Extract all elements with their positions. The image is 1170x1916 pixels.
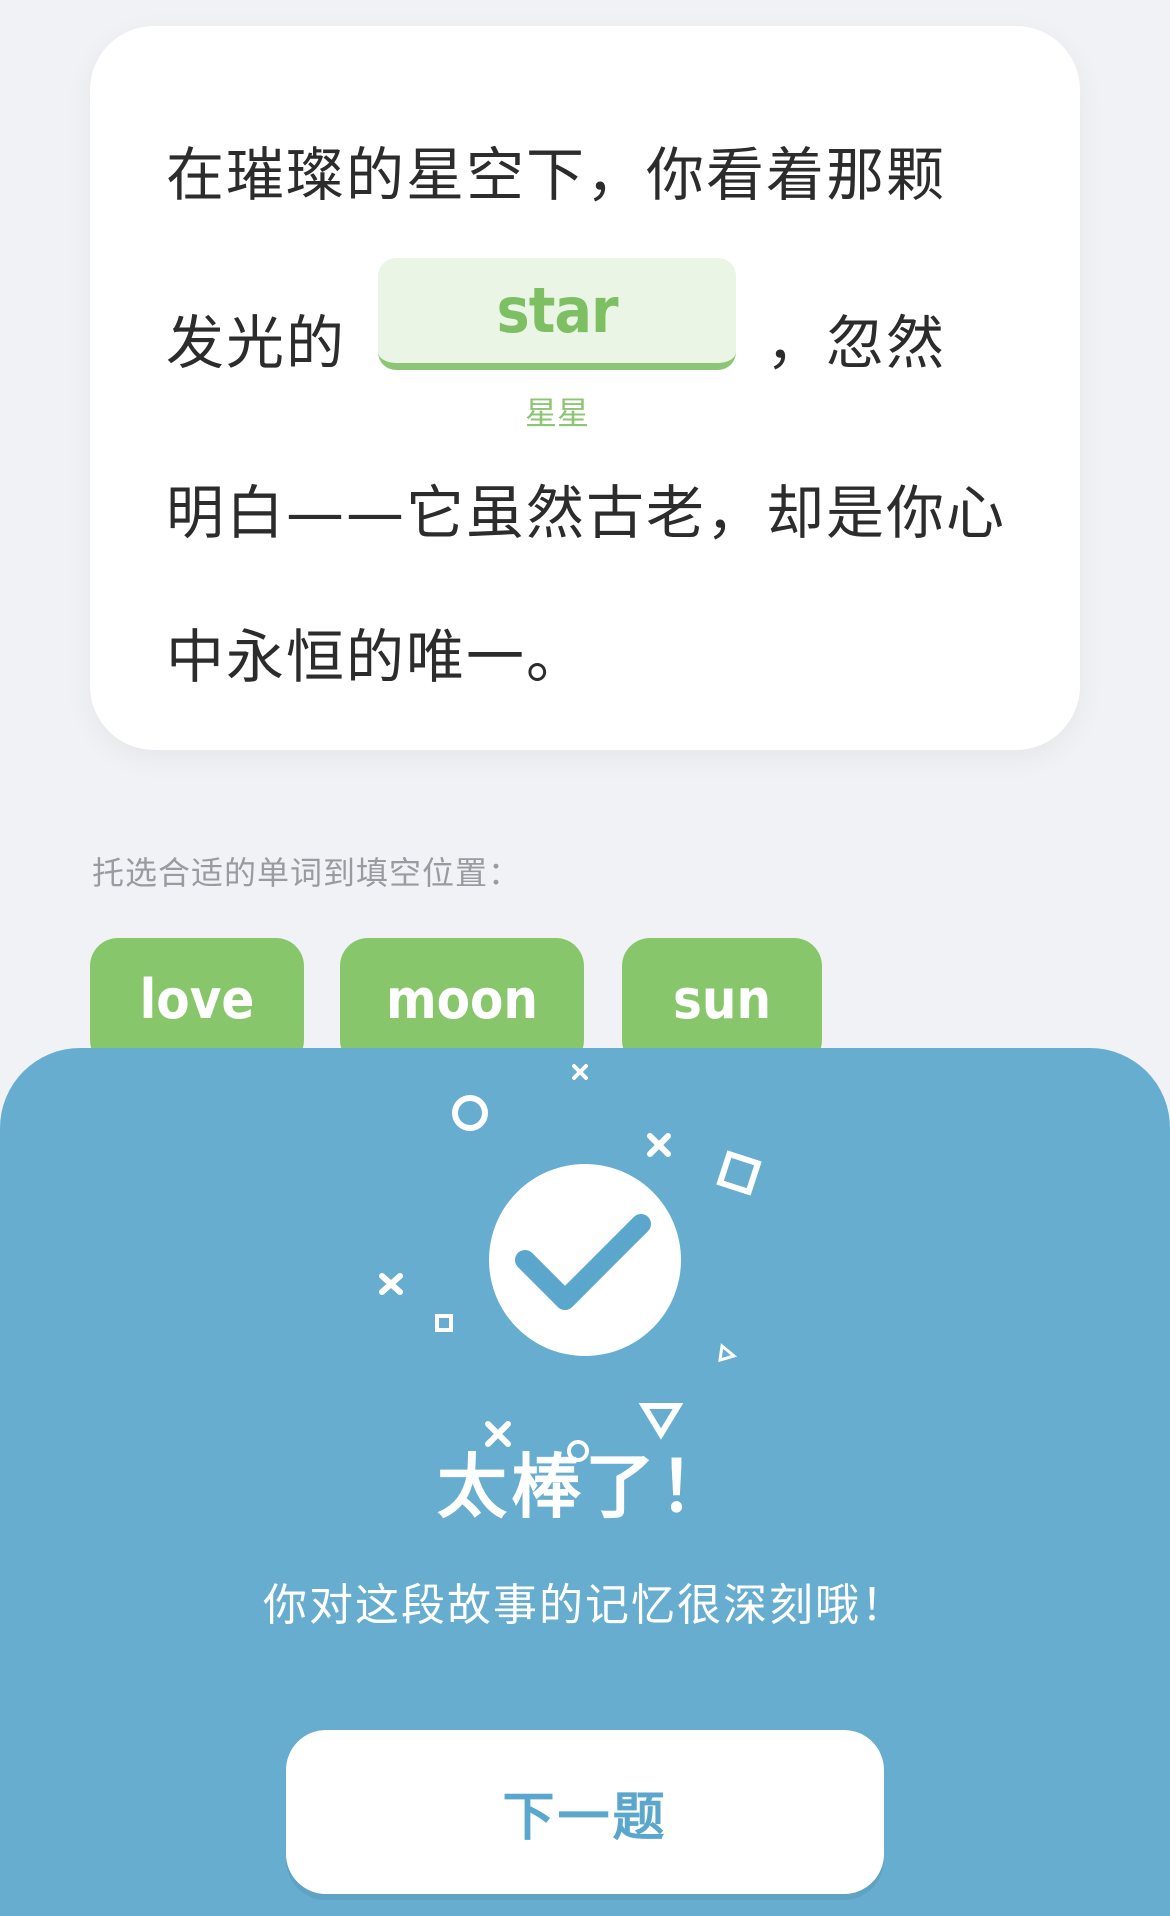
blank-translation: 星星 [524,394,589,432]
story-line-3: 明白——它虽然古老，却是你心 [166,479,1007,547]
check-icon [515,1214,651,1310]
story-line-1: 在璀璨的星空下，你看着那颗 [166,141,947,209]
success-title: 太棒了！ [437,1446,733,1528]
success-message: 你对这段故事的记忆很深刻哦！ [263,1580,907,1631]
story-line-4: 中永恒的唯一。 [166,623,587,691]
story-line-2-before: 发光的 [166,309,347,377]
blank-slot[interactable]: star [378,258,736,370]
story-line-2-after: ，忽然 [766,309,947,377]
story-card: 在璀璨的星空下，你看着那颗 发光的 star 星星 ，忽然 明白——它虽然古老，… [90,26,1080,750]
success-badge [489,1164,681,1356]
success-panel: 太棒了！ 你对这段故事的记忆很深刻哦！ 下一题 [0,1048,1170,1916]
next-question-label: 下一题 [502,1787,668,1848]
blank-answer: star [496,274,618,347]
instruction-text: 托选合适的单词到填空位置： [92,854,522,892]
next-question-button[interactable]: 下一题 [286,1730,884,1894]
